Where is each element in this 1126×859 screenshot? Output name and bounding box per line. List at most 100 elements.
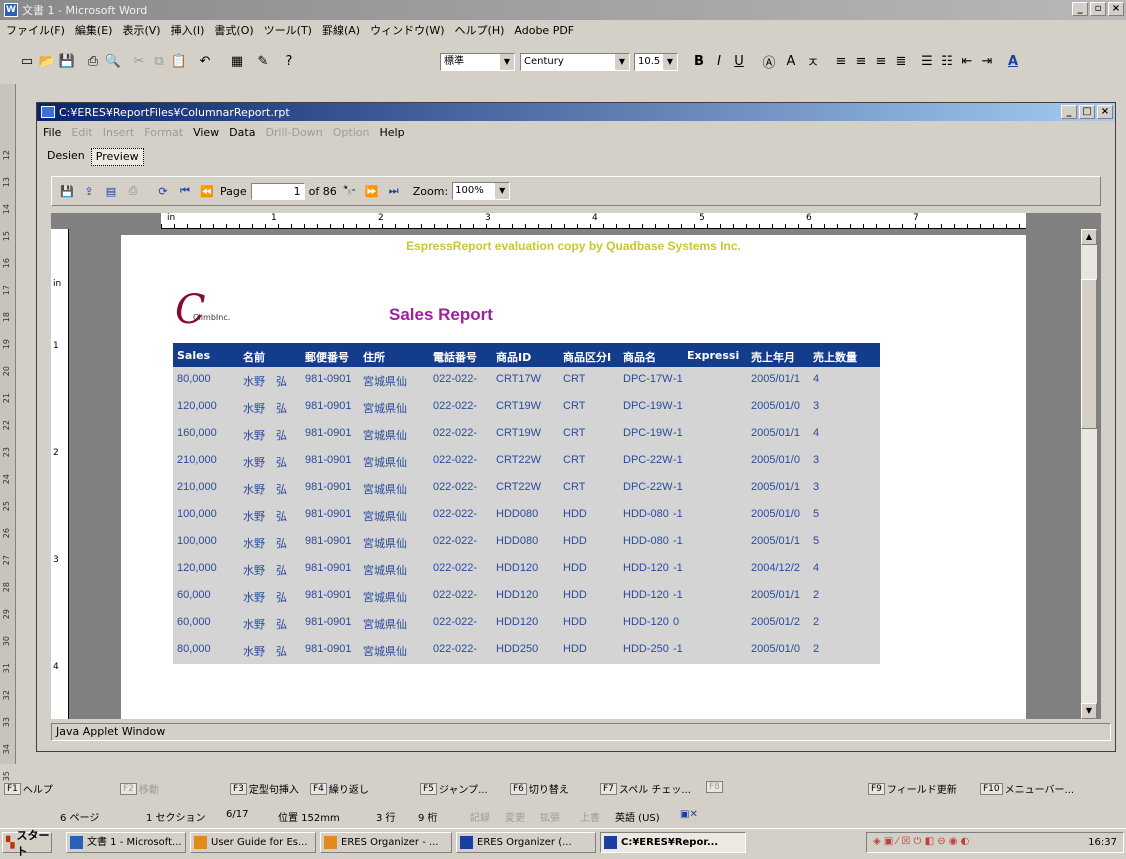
first-page-icon[interactable]: ⏮ xyxy=(176,182,194,200)
page-count-label: of 86 xyxy=(308,184,337,198)
report-menu-format[interactable]: Format xyxy=(144,126,183,139)
report-minimize-button[interactable]: _ xyxy=(1061,105,1077,119)
taskbar-button[interactable]: 文書 1 - Microsoft... xyxy=(66,832,186,853)
menu-table[interactable]: 罫線(A) xyxy=(322,22,360,38)
fkey-f1[interactable]: F1 ヘルプ xyxy=(4,781,53,796)
print-icon[interactable]: ⎙ xyxy=(84,52,102,70)
font-color-icon[interactable]: A xyxy=(1004,52,1022,70)
status-trk[interactable]: 変更 xyxy=(505,809,525,824)
close-button[interactable]: × xyxy=(1108,2,1124,16)
task-app-icon xyxy=(460,836,473,849)
char-scale-icon[interactable]: ㅈ xyxy=(804,52,822,71)
menu-format[interactable]: 書式(O) xyxy=(214,22,253,38)
fkey-f7[interactable]: F7 スペル チェッ... xyxy=(600,781,691,796)
next-page-icon[interactable]: ⏩ xyxy=(363,182,381,200)
previous-page-icon[interactable]: ⏪ xyxy=(198,182,216,200)
taskbar-button[interactable]: ERES Organizer (... xyxy=(456,832,596,853)
fkey-f5[interactable]: F5 ジャンプ... xyxy=(420,781,488,796)
cut-icon[interactable]: ✂ xyxy=(130,52,148,70)
drawing-icon[interactable]: ✎ xyxy=(254,52,272,70)
italic-icon[interactable]: I xyxy=(710,52,728,70)
report-menu-help[interactable]: Help xyxy=(379,126,404,139)
underline-icon[interactable]: U xyxy=(730,52,748,70)
menu-view[interactable]: 表示(V) xyxy=(122,22,160,38)
taskbar-button[interactable]: ERES Organizer - ... xyxy=(320,832,452,853)
report-menu-file[interactable]: File xyxy=(43,126,61,139)
status-rec[interactable]: 記録 xyxy=(470,809,490,824)
justify-icon[interactable]: ≣ xyxy=(892,52,910,70)
report-menu-bar: File Edit Insert Format View Data Drill-Down Op… xyxy=(37,123,1115,141)
menu-adobe-pdf[interactable]: Adobe PDF xyxy=(514,24,574,37)
increase-indent-icon[interactable]: ⇥ xyxy=(978,52,996,70)
report-menu-drilldown[interactable]: Drill-Down xyxy=(265,126,322,139)
report-menu-view[interactable]: View xyxy=(193,126,219,139)
menu-insert[interactable]: 挿入(I) xyxy=(171,22,205,38)
status-ext[interactable]: 拡張 xyxy=(540,809,560,824)
print-report-icon[interactable]: ⎙ xyxy=(124,182,142,200)
size-combo[interactable]: 10.5 ▼ xyxy=(634,53,678,71)
refresh-icon[interactable]: ⟳ xyxy=(154,182,172,200)
scroll-thumb[interactable] xyxy=(1081,279,1097,429)
fkey-f10[interactable]: F10 メニューバー... xyxy=(980,781,1074,796)
fkey-f4[interactable]: F4 繰り返し xyxy=(310,781,369,796)
spelling-status-icon[interactable]: ▣✕ xyxy=(680,809,698,820)
zoom-select[interactable]: 100% ▼ xyxy=(452,182,511,200)
align-center-icon[interactable]: ≡ xyxy=(852,52,870,70)
fkey-f6[interactable]: F6 切り替え xyxy=(510,781,569,796)
style-combo[interactable]: 標準 ▼ xyxy=(440,53,515,71)
open-folder-icon[interactable]: 📂 xyxy=(38,52,56,70)
report-menu-insert[interactable]: Insert xyxy=(103,126,135,139)
table-cell: 022-022- xyxy=(433,508,478,520)
scroll-down-icon[interactable]: ▼ xyxy=(1081,703,1097,719)
report-menu-data[interactable]: Data xyxy=(229,126,255,139)
fkey-f9[interactable]: F9 フィールド更新 xyxy=(868,781,957,796)
report-menu-edit[interactable]: Edit xyxy=(71,126,92,139)
find-icon[interactable]: 🔭 xyxy=(341,182,359,200)
minimize-button[interactable]: _ xyxy=(1072,2,1088,16)
tab-design[interactable]: Desien xyxy=(43,148,89,166)
align-right-icon[interactable]: ≡ xyxy=(872,52,890,70)
table-icon[interactable]: ▦ xyxy=(228,52,246,70)
print-preview-icon[interactable]: 🔍 xyxy=(104,52,122,70)
last-page-icon[interactable]: ⏭ xyxy=(385,182,403,200)
scroll-up-icon[interactable]: ▲ xyxy=(1081,229,1097,245)
char-shading-icon[interactable]: A xyxy=(782,52,800,70)
align-left-icon[interactable]: ≡ xyxy=(832,52,850,70)
taskbar-button[interactable]: User Guide for Es... xyxy=(190,832,316,853)
font-combo[interactable]: Century ▼ xyxy=(520,53,630,71)
tab-preview[interactable]: Preview xyxy=(90,148,144,166)
paste-icon[interactable]: 📋 xyxy=(170,52,188,70)
bold-icon[interactable]: B xyxy=(690,52,708,70)
char-border-icon[interactable]: Ⓐ xyxy=(760,52,778,71)
fkey-f2[interactable]: F2 移動 xyxy=(120,781,159,796)
save-report-icon[interactable]: 💾 xyxy=(58,182,76,200)
page-number-input[interactable]: 1 xyxy=(250,182,305,200)
start-button[interactable]: ▚ スタート xyxy=(2,829,52,858)
menu-tools[interactable]: ツール(T) xyxy=(264,22,312,38)
table-row: 60,000 水野 弘 981-0901 宮城県仙 022-022- HDD120 HDD H… xyxy=(173,583,880,610)
maximize-button[interactable]: ▫ xyxy=(1090,2,1106,16)
export-icon[interactable]: ⇪ xyxy=(80,182,98,200)
menu-file[interactable]: ファイル(F) xyxy=(6,22,65,38)
menu-edit[interactable]: 編集(E) xyxy=(75,22,113,38)
export-data-icon[interactable]: ▤ xyxy=(102,182,120,200)
save-icon[interactable]: 💾 xyxy=(58,52,76,70)
status-ovr[interactable]: 上書 xyxy=(580,809,600,824)
numbering-icon[interactable]: ☰ xyxy=(918,52,936,70)
report-menu-option[interactable]: Option xyxy=(333,126,370,139)
report-maximize-button[interactable]: □ xyxy=(1079,105,1095,119)
taskbar-button[interactable]: C:¥ERES¥Repor... xyxy=(600,832,746,853)
copy-icon[interactable]: ⧉ xyxy=(150,52,168,70)
fkey-f8[interactable]: F8 xyxy=(706,781,725,793)
menu-help[interactable]: ヘルプ(H) xyxy=(455,22,505,38)
undo-icon[interactable]: ↶ xyxy=(196,52,214,70)
menu-window[interactable]: ウィンドウ(W) xyxy=(370,22,444,38)
help-icon[interactable]: ? xyxy=(280,52,298,70)
bullets-icon[interactable]: ☷ xyxy=(938,52,956,70)
vertical-scrollbar[interactable]: ▲ ▼ xyxy=(1081,229,1097,719)
fkey-f3[interactable]: F3 定型句挿入 xyxy=(230,781,299,796)
tray-icons[interactable]: ◈ ▣ ⁄ ☒ ⏻ ◧ ⊖ ◉ ◐ xyxy=(873,836,969,847)
decrease-indent-icon[interactable]: ⇤ xyxy=(958,52,976,70)
report-close-button[interactable]: × xyxy=(1097,105,1113,119)
new-document-icon[interactable]: ▭ xyxy=(18,52,36,70)
